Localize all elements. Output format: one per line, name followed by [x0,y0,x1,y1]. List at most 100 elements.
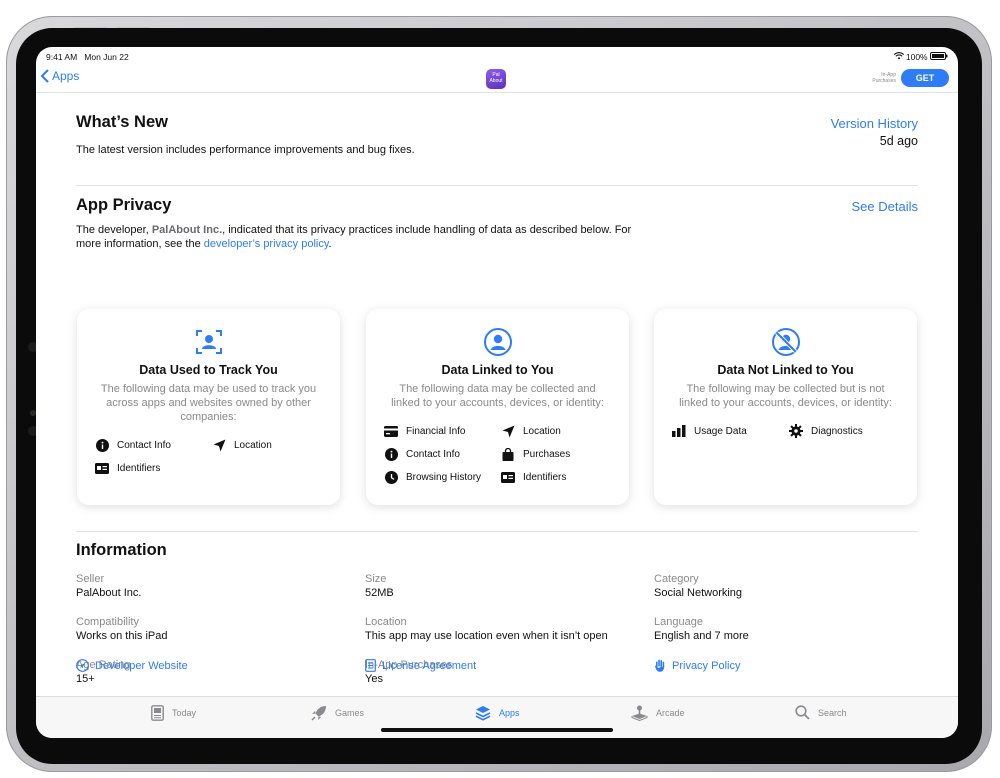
privacy-description: The developer, PalAbout Inc., indicated … [76,223,636,251]
data-item-purchases: Purchases [501,447,570,461]
tab-label: Games [335,708,365,718]
data-item-financial-info: Financial Info [384,424,465,438]
info-value-location: This app may use location even when it i… [365,630,608,642]
tab-games[interactable]: Games [311,705,364,721]
license-agreement-label: License Agreement [382,659,477,672]
divider [76,531,918,532]
information-title: Information [76,541,167,559]
location-arrow-icon [213,439,225,451]
data-item-label: Financial Info [406,425,466,437]
clock-icon [384,470,398,484]
data-item-label: Identifiers [117,462,161,474]
id-card-icon [95,462,109,474]
data-item-label: Location [234,439,272,451]
status-time-date: 9:41 AM Mon Jun 22 [46,52,129,62]
info-icon [384,447,398,461]
tab-search[interactable]: Search [795,705,847,720]
app-privacy-title: App Privacy [76,196,172,214]
card-title: Data Not Linked to You [717,363,854,377]
version-history-link[interactable]: Version History [831,116,918,131]
info-value-age-rating: 15+ [76,673,95,685]
gear-icon [789,424,803,438]
privacy-card-track[interactable]: Data Used to Track You The following dat… [77,309,340,505]
location-arrow-icon [502,425,514,437]
license-agreement-link[interactable]: License Agreement [365,659,476,672]
credit-card-icon [384,425,398,437]
joystick-icon [631,705,648,721]
data-item-contact-info: Contact Info [95,438,171,452]
whats-new-title: What’s New [76,113,168,131]
tab-label: Apps [499,708,520,718]
tab-arcade[interactable]: Arcade [631,705,685,721]
tab-apps[interactable]: Apps [475,705,520,721]
get-button[interactable]: GET [901,69,949,87]
tab-today[interactable]: Today [151,705,196,721]
compass-icon [76,659,89,672]
data-item-usage-data: Usage Data [672,424,747,438]
developer-name: PalAbout Inc. [151,224,223,236]
document-icon [365,659,376,672]
info-label-compatibility: Compatibility [76,616,139,628]
data-item-label: Usage Data [694,425,747,437]
data-item-diagnostics: Diagnostics [789,424,863,438]
status-bar: 9:41 AM Mon Jun 22 100% [36,47,958,65]
data-item-label: Location [523,425,561,437]
status-time: 9:41 AM [46,52,78,62]
status-date: Mon Jun 22 [84,52,129,62]
main-content: What’s New Version History 5d ago The la… [36,93,958,696]
info-value-compatibility: Works on this iPad [76,630,168,642]
data-item-location: Location [212,438,272,452]
bar-chart-icon [672,425,686,437]
divider [76,185,918,186]
hand-raised-icon [655,659,665,672]
developer-privacy-policy-link[interactable]: developer’s privacy policy [204,238,329,250]
battery-icon [930,52,948,60]
app-icon: Pal About [486,69,506,89]
data-item-label: Identifiers [523,471,567,483]
status-right: 100% [893,52,949,62]
id-card-icon [501,471,515,483]
battery-percent: 100% [905,52,928,62]
data-item-contact-info: Contact Info [384,447,460,461]
data-item-label: Contact Info [406,448,460,460]
release-notes: The latest version includes performance … [76,144,415,156]
person-circle-icon [484,328,512,356]
data-item-label: Contact Info [117,439,171,451]
search-icon [795,705,810,720]
info-label-category: Category [654,573,699,585]
info-value-category: Social Networking [654,587,743,599]
privacy-policy-label: Privacy Policy [672,659,741,672]
data-item-identifiers: Identifiers [501,470,566,484]
privacy-policy-link[interactable]: Privacy Policy [654,659,740,672]
back-button[interactable]: Apps [40,69,79,83]
info-icon [95,438,109,452]
data-item-location: Location [501,424,561,438]
see-details-link[interactable]: See Details [852,199,918,214]
tab-label: Arcade [656,708,685,718]
privacy-card-linked[interactable]: Data Linked to You The following data ma… [366,309,629,505]
developer-website-link[interactable]: Developer Website [76,659,188,672]
update-age: 5d ago [879,134,918,148]
info-value-language: English and 7 more [654,630,749,642]
in-app-purchases-note: In-App Purchases [872,72,896,84]
data-item-label: Purchases [523,448,571,460]
info-value-in-app-purchases: Yes [365,673,383,685]
rocket-icon [311,706,326,721]
card-description: The following may be collected but is no… [679,383,892,409]
tab-label: Today [172,708,197,718]
privacy-card-not-linked[interactable]: Data Not Linked to You The following may… [654,309,917,505]
info-label-seller: Seller [76,573,105,585]
info-label-size: Size [365,573,387,585]
wifi-icon [893,52,904,60]
chevron-left-icon [40,69,49,83]
person-slash-icon [772,328,800,356]
tab-label: Search [818,707,847,718]
data-item-browsing-history: Browsing History [384,470,481,484]
back-label: Apps [52,69,80,83]
tracking-icon [196,330,222,354]
card-title: Data Linked to You [441,363,554,377]
developer-website-label: Developer Website [95,659,188,672]
card-description: The following data may be collected and … [391,383,604,409]
card-title: Data Used to Track You [139,363,278,377]
home-indicator[interactable] [381,728,613,732]
